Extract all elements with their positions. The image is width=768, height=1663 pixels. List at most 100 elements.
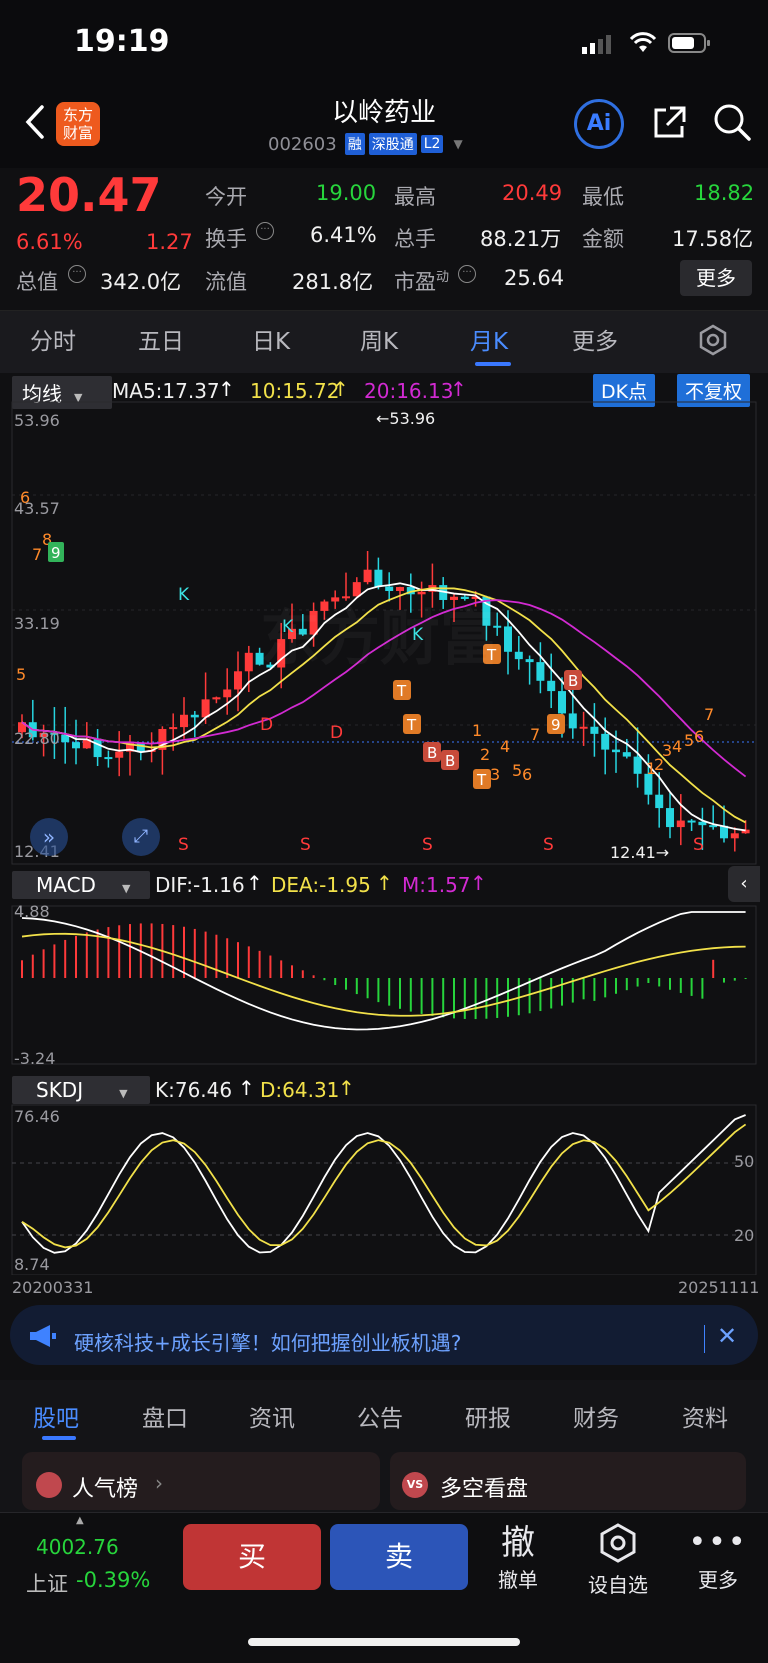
dk-badge-text: T (406, 716, 417, 734)
buy-button[interactable]: 买 (183, 1524, 321, 1590)
add-watchlist-button[interactable]: 设自选 (578, 1522, 658, 1598)
close-icon[interactable]: ✕ (717, 1322, 737, 1350)
info-icon[interactable]: ··· (458, 265, 476, 283)
index-pct: -0.39% (76, 1568, 151, 1592)
kdj-top-label: 76.46 (14, 1107, 60, 1126)
count-marker: 4 (672, 737, 682, 756)
kdj-k-line (21, 1114, 746, 1254)
candle-body (363, 569, 372, 583)
count-marker: 5 (16, 665, 26, 684)
price-watermark: 东方财富 (260, 590, 500, 677)
info-icon[interactable]: ··· (256, 222, 274, 240)
dk-badge-text: B (568, 672, 578, 690)
search-icon[interactable] (712, 102, 752, 146)
tab-research[interactable]: 研报 (465, 1399, 511, 1433)
count-marker: 7 (32, 545, 42, 564)
expand-left-icon[interactable]: » (30, 818, 68, 856)
caret-down-icon: ▼ (121, 882, 131, 895)
candle-body (558, 691, 566, 714)
info-icon[interactable]: ··· (68, 265, 86, 283)
ai-label: Ai (586, 111, 612, 136)
count-badge-text: 9 (51, 544, 61, 562)
y-label-3: 33.19 (14, 614, 60, 633)
float-value: 281.8亿 (292, 270, 374, 294)
kdj-d-arrow: ↑ (338, 1076, 355, 1100)
tab-intraday[interactable]: 分时 (30, 322, 76, 356)
dk-badge-text: 9 (551, 716, 561, 734)
y-label-4: 22.80 (14, 729, 60, 748)
candle-body (612, 749, 620, 753)
candle-body (730, 833, 739, 839)
more-actions-button[interactable]: ••• 更多 (678, 1522, 758, 1593)
count-marker: 1 (472, 721, 482, 740)
high-label: 最高 (394, 185, 436, 209)
candle-body (504, 626, 512, 652)
macd-m-arrow: ↑ (470, 871, 487, 895)
tab-finance[interactable]: 财务 (573, 1399, 619, 1433)
open-label: 今开 (205, 185, 247, 209)
candle-body (568, 713, 577, 729)
chevron-down-icon: ▼ (453, 137, 463, 151)
signal-icon (582, 34, 616, 58)
kdj-k-arrow: ↑ (238, 1076, 255, 1100)
tab-news[interactable]: 资讯 (249, 1399, 295, 1433)
candle-body (234, 671, 242, 690)
cancel-order-button[interactable]: 撤 撤单 (478, 1522, 558, 1593)
tab-weekly-k[interactable]: 周K (360, 322, 398, 356)
signal-marker: D (330, 723, 343, 743)
chart-icon (36, 1472, 62, 1498)
signal-marker: D (260, 715, 273, 735)
ai-button[interactable]: Ai (574, 99, 624, 149)
macd-bottom-label: -3.24 (14, 1049, 56, 1068)
status-time: 19:19 (74, 24, 170, 59)
quote-more-button[interactable]: 更多 (680, 260, 752, 296)
pe-label-text: 市盈 (394, 270, 436, 294)
pe-value: 25.64 (504, 266, 565, 290)
last-price: 20.47 (16, 168, 162, 222)
tab-more[interactable]: 更多 (572, 322, 618, 356)
caret-down-icon: ▼ (119, 1087, 128, 1100)
candle-body (676, 820, 685, 828)
candle-body (666, 808, 674, 828)
macd-dea-arrow: ↑ (376, 871, 393, 895)
index-value[interactable]: 4002.76 (36, 1535, 119, 1559)
tab-daily-k[interactable]: 日K (252, 322, 290, 356)
sell-button[interactable]: 卖 (330, 1524, 468, 1590)
pe-sup: 动 (436, 270, 450, 285)
y-label-1: 53.96 (14, 411, 60, 430)
candle-body (536, 662, 545, 681)
candle-body (180, 714, 188, 728)
count-marker: 3 (490, 765, 500, 784)
promo-text: 硬核科技+成长引擎！如何把握创业板机遇? (74, 1331, 462, 1355)
kdj-selector[interactable]: SKDJ ▼ (12, 1076, 150, 1104)
tab-five-day[interactable]: 五日 (138, 322, 184, 356)
collapse-panel-button[interactable]: ‹ (728, 866, 760, 902)
kdj-bottom-label: 8.74 (14, 1255, 50, 1274)
share-icon[interactable] (650, 104, 688, 146)
tag-connect: 深股通 (368, 133, 417, 155)
fullscreen-icon[interactable]: ⤢ (122, 818, 160, 856)
stock-subtitle[interactable]: 002603 融 深股通 L2 ▼ (268, 133, 463, 155)
kdj-k: K:76.46 (155, 1078, 233, 1102)
more-label: 更多 (698, 1568, 738, 1592)
amount-value: 17.58亿 (672, 227, 754, 251)
macd-selector[interactable]: MACD ▼ (12, 871, 150, 899)
count-marker: 6 (522, 765, 532, 784)
amount-label: 金额 (582, 227, 624, 251)
tab-monthly-k[interactable]: 月K (470, 322, 508, 356)
candle-body (201, 699, 210, 718)
tab-announcements[interactable]: 公告 (357, 1399, 403, 1433)
ma5-arrow: ↑ (218, 377, 235, 401)
tab-profile[interactable]: 资料 (682, 1399, 728, 1433)
macd-dea: DEA:-1.95 (271, 873, 371, 897)
candle-body (525, 659, 534, 663)
watch-label: 设自选 (588, 1573, 648, 1597)
tab-forum[interactable]: 股吧 (33, 1399, 79, 1433)
signal-marker: S (300, 835, 311, 855)
macd-m: M:1.57 (402, 873, 471, 897)
tab-orderbook[interactable]: 盘口 (142, 1399, 188, 1433)
candle-body (115, 751, 124, 758)
signal-marker: S (543, 835, 554, 855)
float-label: 流值 (205, 270, 247, 294)
settings-icon[interactable] (697, 324, 729, 360)
